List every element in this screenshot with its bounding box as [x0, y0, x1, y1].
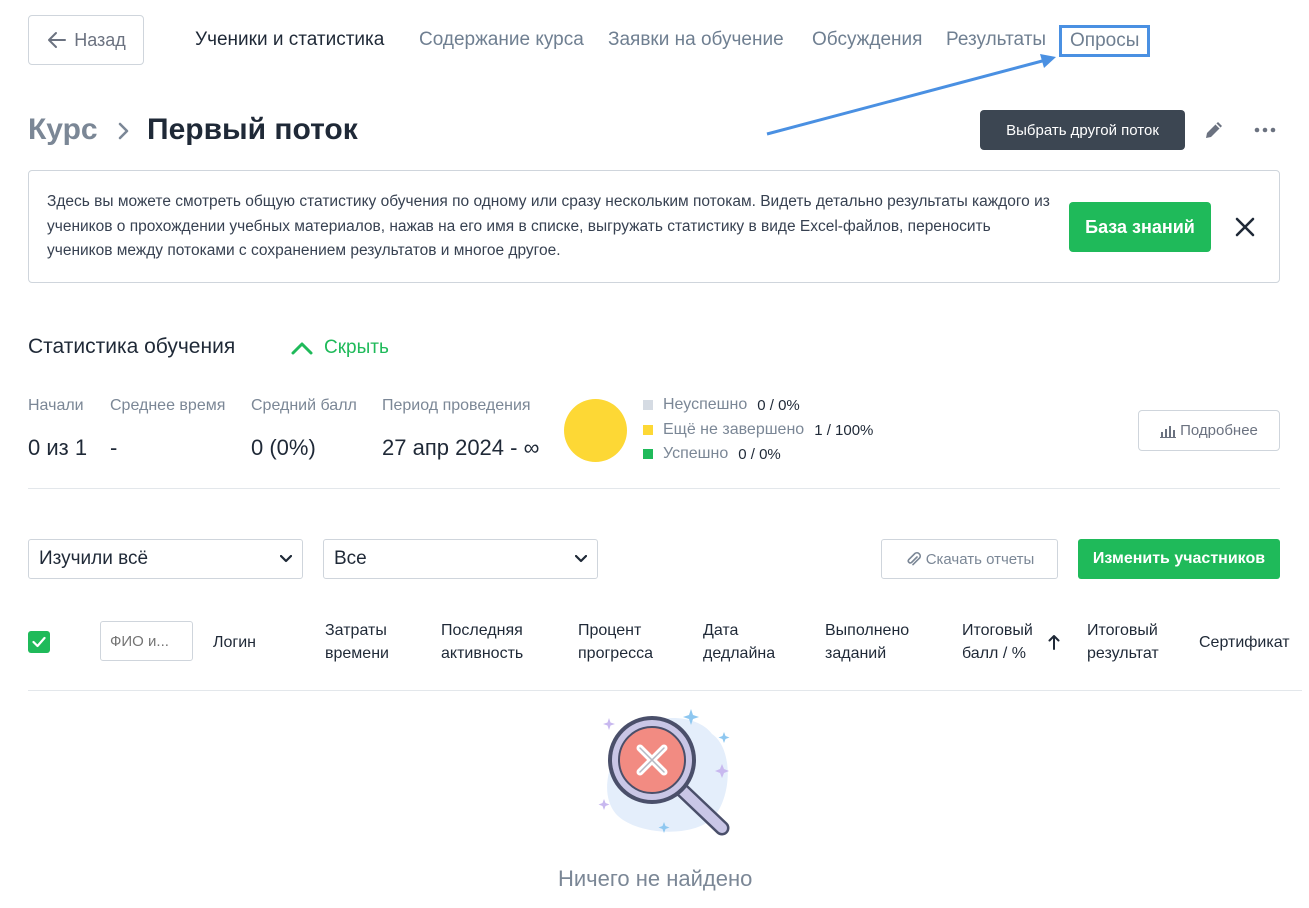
checkmark-icon: [32, 636, 46, 648]
legend-failed-value: 0 / 0%: [757, 396, 800, 414]
select-all-checkbox[interactable]: [28, 631, 50, 653]
group-filter-value: Все: [334, 548, 367, 569]
legend-swatch-failed: [643, 400, 653, 410]
tab-discussions[interactable]: Обсуждения: [812, 28, 922, 52]
breadcrumb-course[interactable]: Курс: [28, 113, 98, 147]
stat-period-value: 27 апр 2024 - ∞: [382, 435, 540, 460]
stat-started-label: Начали: [28, 397, 84, 414]
legend-success-value: 0 / 0%: [738, 445, 781, 463]
column-last-activity[interactable]: Последняя активность: [441, 619, 523, 665]
column-deadline[interactable]: Дата дедлайна: [703, 619, 775, 665]
details-button[interactable]: Подробнее: [1138, 410, 1280, 451]
hide-stats-toggle[interactable]: Скрыть: [290, 337, 389, 359]
group-filter-select[interactable]: Все: [323, 539, 598, 579]
column-certificate[interactable]: Сертификат: [1199, 631, 1290, 654]
sort-arrow-up-icon[interactable]: [1048, 634, 1060, 650]
choose-stream-button[interactable]: Выбрать другой поток: [980, 110, 1185, 150]
change-participants-button[interactable]: Изменить участников: [1078, 539, 1280, 579]
empty-state-text: Ничего не найдено: [558, 866, 753, 891]
page-title: Первый поток: [147, 113, 358, 146]
legend-in-progress: Ещё не завершено 1 / 100%: [643, 421, 873, 439]
chevron-down-icon: [575, 555, 587, 563]
pencil-icon[interactable]: [1202, 118, 1226, 142]
chevron-up-icon: [291, 342, 313, 355]
column-login[interactable]: Логин: [213, 631, 256, 654]
tab-results[interactable]: Результаты: [946, 28, 1046, 52]
back-button[interactable]: Назад: [28, 15, 144, 65]
back-label: Назад: [74, 29, 126, 50]
legend-success-name: Успешно: [663, 445, 729, 462]
pie-slice-1: [564, 399, 627, 462]
column-final-result[interactable]: Итоговый результат: [1087, 619, 1159, 665]
hide-label: Скрыть: [324, 337, 389, 358]
section-divider: [28, 488, 1280, 489]
column-final-score[interactable]: Итоговый балл / %: [962, 619, 1033, 665]
legend-swatch-in-progress: [643, 425, 653, 435]
paperclip-icon: [907, 552, 921, 566]
not-found-magnifier-icon: [598, 709, 730, 836]
status-pie-chart: [564, 399, 627, 462]
download-reports-label: Скачать отчеты: [925, 550, 1035, 568]
stat-avg-score-label: Средний балл: [251, 397, 357, 414]
column-time-spent[interactable]: Затраты времени: [325, 619, 389, 665]
column-tasks-done[interactable]: Выполнено заданий: [825, 619, 909, 665]
status-filter-value: Изучили всё: [39, 548, 149, 569]
stat-period-label: Период проведения: [382, 397, 531, 414]
chevron-right-icon: [118, 122, 129, 140]
stats-title: Статистика обучения: [28, 335, 236, 358]
legend-in-progress-name: Ещё не завершено: [663, 421, 805, 438]
legend-success: Успешно 0 / 0%: [643, 445, 781, 463]
stat-avg-score-value: 0 (0%): [251, 435, 316, 460]
bar-chart-icon: [1160, 425, 1177, 438]
tab-applications[interactable]: Заявки на обучение: [608, 28, 784, 52]
table-header-divider: [28, 690, 1302, 691]
chevron-down-icon: [280, 555, 292, 563]
download-reports-button[interactable]: Скачать отчеты: [881, 539, 1058, 579]
tab-students-stats[interactable]: Ученики и статистика: [195, 28, 384, 52]
details-label: Подробнее: [1180, 422, 1258, 439]
stat-avg-time-label: Среднее время: [110, 397, 226, 414]
legend-swatch-success: [643, 449, 653, 459]
tab-surveys[interactable]: Опросы: [1059, 25, 1151, 57]
legend-failed-name: Неуспешно: [663, 396, 748, 413]
close-icon[interactable]: [1232, 214, 1258, 240]
legend-failed: Неуспешно 0 / 0%: [643, 396, 800, 414]
info-text: Здесь вы можете смотреть общую статистик…: [47, 193, 1050, 259]
name-search-input[interactable]: [100, 621, 193, 661]
tab-course-content[interactable]: Содержание курса: [419, 28, 584, 52]
arrow-left-icon: [48, 32, 67, 48]
column-progress[interactable]: Процент прогресса: [578, 619, 653, 665]
more-options-icon[interactable]: [1252, 118, 1278, 142]
status-filter-select[interactable]: Изучили всё: [28, 539, 303, 579]
knowledge-base-button[interactable]: База знаний: [1069, 202, 1211, 252]
stat-avg-time-value: -: [110, 435, 118, 460]
stat-started-value: 0 из 1: [28, 435, 88, 460]
legend-in-progress-value: 1 / 100%: [814, 421, 874, 439]
